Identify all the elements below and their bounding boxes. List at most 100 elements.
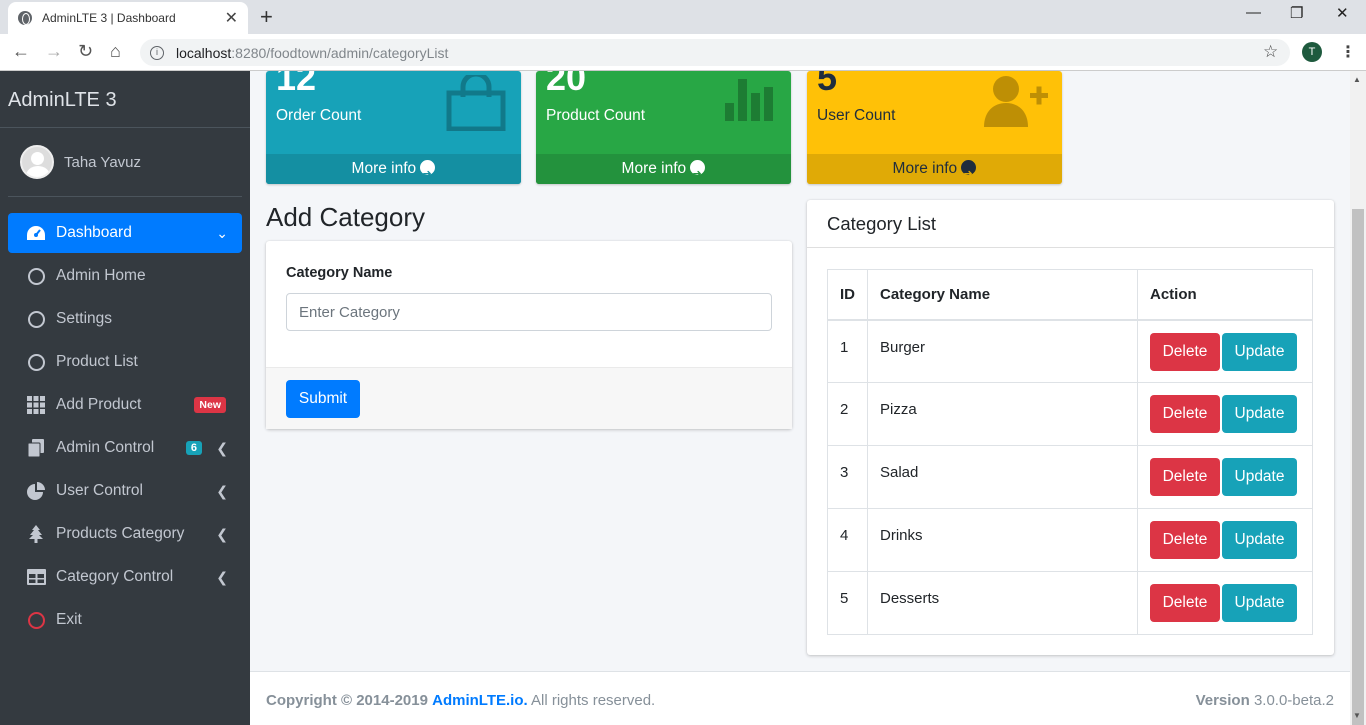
sidebar-item-add-product[interactable]: Add Product New: [8, 385, 242, 425]
arrow-circle-right-icon: [690, 159, 706, 184]
more-info-link[interactable]: More info: [536, 154, 791, 184]
add-category-card: Category Name Submit: [266, 241, 792, 429]
th-icon: [26, 395, 46, 415]
delete-button[interactable]: Delete: [1150, 395, 1220, 433]
table-row: 2 Pizza Delete Update: [827, 382, 1313, 446]
home-icon[interactable]: ⌂: [110, 41, 121, 62]
scroll-down-icon[interactable]: ▼: [1353, 711, 1361, 720]
profile-avatar[interactable]: T: [1302, 42, 1322, 62]
version-info: Version 3.0.0-beta.2: [1196, 692, 1334, 709]
new-tab-button[interactable]: +: [260, 4, 273, 30]
chevron-left-icon: ❮: [216, 482, 228, 499]
sidebar-item-category-control[interactable]: Category Control ❮: [8, 557, 242, 597]
sidebar-menu: Dashboard ⌄ Admin Home Settings Product …: [0, 197, 250, 640]
page-footer: Copyright © 2014-2019 AdminLTE.io. All r…: [250, 671, 1350, 725]
scroll-up-icon[interactable]: ▲: [1353, 75, 1361, 84]
reload-icon[interactable]: ↻: [78, 41, 93, 62]
table-row: 3 Salad Delete Update: [827, 445, 1313, 509]
more-info-label: More info: [351, 160, 417, 177]
chevron-left-icon: ❮: [216, 525, 228, 542]
circle-icon: [26, 309, 46, 329]
delete-button[interactable]: Delete: [1150, 584, 1220, 622]
bar-chart-icon: [725, 75, 777, 130]
delete-button[interactable]: Delete: [1150, 458, 1220, 496]
update-button[interactable]: Update: [1222, 521, 1297, 559]
more-info-link[interactable]: More info: [807, 154, 1062, 184]
cell-action: Delete Update: [1137, 571, 1313, 635]
browser-tab[interactable]: AdminLTE 3 | Dashboard ✕: [8, 2, 248, 34]
sidebar-item-label: Exit: [56, 611, 82, 628]
more-info-link[interactable]: More info: [266, 154, 521, 184]
address-bar: ← → ↻ ⌂ i localhost:8280/foodtown/admin/…: [0, 34, 1366, 71]
category-list-title: Category List: [807, 200, 1334, 248]
table-row: 1 Burger Delete Update: [827, 319, 1313, 383]
sidebar-item-dashboard[interactable]: Dashboard ⌄: [8, 213, 242, 253]
user-plus-icon: [984, 75, 1048, 132]
user-avatar: [20, 145, 54, 179]
user-name[interactable]: Taha Yavuz: [64, 154, 141, 171]
sidebar-item-user-control[interactable]: User Control ❮: [8, 471, 242, 511]
cell-id: 1: [827, 319, 868, 383]
cell-action: Delete Update: [1137, 319, 1313, 383]
copy-icon: [26, 438, 46, 458]
update-button[interactable]: Update: [1222, 458, 1297, 496]
adminlte-link[interactable]: AdminLTE.io.: [432, 692, 528, 709]
url-host: localhost: [176, 44, 232, 61]
back-icon[interactable]: ←: [12, 41, 30, 62]
sidebar-item-settings[interactable]: Settings: [8, 299, 242, 339]
version-label: Version: [1195, 692, 1250, 709]
stat-label: Order Count: [276, 107, 362, 124]
brand-text[interactable]: AdminLTE 3: [0, 71, 250, 128]
more-info-label: More info: [621, 160, 687, 177]
circle-icon: [26, 352, 46, 372]
sidebar-item-label: Add Product: [56, 396, 142, 413]
window-close-button[interactable]: ✕: [1336, 4, 1349, 22]
stat-label: User Count: [817, 107, 896, 124]
page-scrollbar[interactable]: ▲ ▼: [1350, 71, 1366, 725]
table-row: 4 Drinks Delete Update: [827, 508, 1313, 572]
delete-button[interactable]: Delete: [1150, 521, 1220, 559]
sidebar-item-label: Dashboard: [56, 224, 132, 241]
column-header: Action: [1137, 269, 1313, 321]
shopping-bag-icon: [445, 71, 507, 136]
product-count-box: 20 Product Count More info: [536, 71, 791, 184]
cell-name: Desserts: [867, 571, 1138, 635]
maximize-button[interactable]: ❐: [1290, 4, 1303, 22]
table-icon: [26, 567, 46, 587]
stat-label: Product Count: [546, 107, 646, 124]
update-button[interactable]: Update: [1222, 332, 1297, 371]
stat-value: 12: [276, 71, 317, 98]
more-info-label: More info: [892, 160, 958, 177]
sidebar-item-exit[interactable]: Exit: [8, 600, 242, 640]
info-icon[interactable]: i: [150, 45, 164, 60]
sidebar-item-admin-home[interactable]: Admin Home: [8, 256, 242, 296]
minimize-button[interactable]: —: [1246, 4, 1261, 21]
cell-id: 5: [827, 571, 868, 635]
url-field[interactable]: i localhost:8280/foodtown/admin/category…: [140, 39, 1290, 66]
main-content: 12 Order Count More info 20 Product Coun…: [250, 71, 1350, 671]
user-count-box: 5 User Count More info: [807, 71, 1062, 184]
category-name-label: Category Name: [286, 265, 393, 281]
delete-button[interactable]: Delete: [1150, 332, 1220, 371]
sidebar-item-product-list[interactable]: Product List: [8, 342, 242, 382]
count-badge: 6: [185, 441, 202, 455]
bookmark-star-icon[interactable]: ☆: [1263, 42, 1278, 62]
sidebar-item-products-category[interactable]: Products Category ❮: [8, 514, 242, 554]
chart-pie-icon: [26, 481, 46, 501]
table-row: 5 Desserts Delete Update: [827, 571, 1313, 635]
cell-action: Delete Update: [1137, 508, 1313, 572]
update-button[interactable]: Update: [1222, 395, 1297, 433]
cell-name: Burger: [867, 319, 1138, 383]
update-button[interactable]: Update: [1222, 584, 1297, 622]
scrollbar-thumb[interactable]: [1352, 209, 1364, 725]
submit-button[interactable]: Submit: [286, 380, 360, 418]
forward-icon[interactable]: →: [45, 41, 63, 62]
new-badge: New: [194, 397, 226, 413]
sidebar-item-admin-control[interactable]: Admin Control 6 ❮: [8, 428, 242, 468]
tab-close-icon[interactable]: ✕: [225, 8, 238, 28]
card-footer: Submit: [266, 367, 792, 429]
sidebar-item-label: Category Control: [56, 568, 174, 585]
category-name-input[interactable]: [286, 293, 772, 331]
stat-value: 5: [817, 71, 838, 98]
browser-menu-icon[interactable]: ⋮: [1340, 42, 1356, 62]
